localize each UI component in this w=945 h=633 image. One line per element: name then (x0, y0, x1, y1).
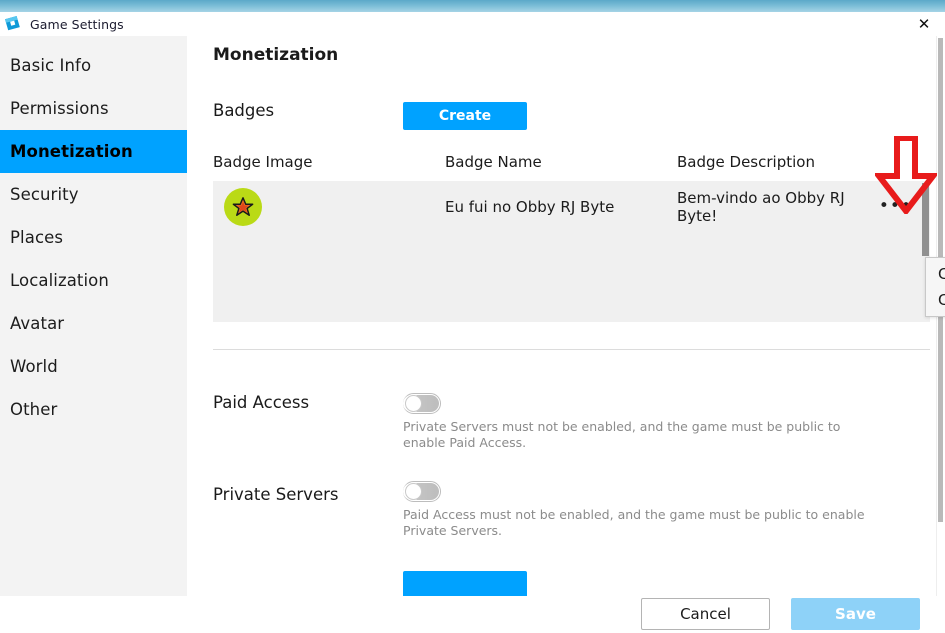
paid-access-toggle[interactable] (403, 393, 441, 414)
toggle-knob (405, 395, 422, 412)
table-row[interactable]: Eu fui no Obby RJ Byte Bem-vindo ao Obby… (213, 181, 930, 232)
badge-row-menu-icon[interactable]: ••• (877, 198, 914, 215)
context-menu-item-label: Copy ID to Clipboard (938, 265, 945, 283)
badges-table-header: Badge Image Badge Name Badge Description (213, 153, 930, 181)
sidebar-item-label: Security (10, 185, 79, 204)
column-header-badge-name: Badge Name (445, 153, 542, 171)
sidebar-item-label: Other (10, 400, 58, 419)
badge-description-text: Bem-vindo ao Obby RJ Byte! (677, 188, 845, 225)
os-chrome-strip (0, 0, 945, 12)
page-title: Monetization (213, 45, 339, 65)
sidebar-item-label: Permissions (10, 99, 109, 118)
partial-blue-button[interactable] (403, 571, 527, 596)
sidebar-item-localization[interactable]: Localization (0, 259, 187, 302)
sidebar-item-places[interactable]: Places (0, 216, 187, 259)
window-title: Game Settings (30, 16, 124, 32)
badges-table: Badge Image Badge Name Badge Description (213, 153, 930, 322)
badge-description-cell: Bem-vindo ao Obby RJ Byte! ••• (677, 189, 930, 225)
cancel-button[interactable]: Cancel (641, 598, 770, 630)
column-header-badge-description: Badge Description (677, 153, 815, 171)
column-header-badge-image: Badge Image (213, 153, 313, 171)
sidebar-item-label: Monetization (10, 142, 133, 161)
sidebar-item-label: Avatar (10, 314, 65, 333)
private-servers-label: Private Servers (213, 485, 339, 504)
star-badge-icon (224, 187, 262, 226)
sidebar-item-world[interactable]: World (0, 345, 187, 388)
sidebar-item-label: Basic Info (10, 56, 92, 75)
sidebar-item-label: Places (10, 228, 64, 247)
sidebar-item-monetization[interactable]: Monetization (0, 130, 187, 173)
settings-content-pane: Monetization Badges Create Badge Image B… (187, 36, 945, 596)
window-titlebar: Game Settings ✕ (0, 12, 945, 36)
sidebar-item-label: World (10, 357, 58, 376)
toggle-knob (405, 483, 422, 500)
dialog-footer: Cancel Save (0, 596, 945, 633)
private-servers-helper-text: Paid Access must not be enabled, and the… (403, 507, 865, 538)
window-body: Basic Info Permissions Monetization Secu… (0, 36, 945, 596)
context-menu-item-label: Configure (938, 291, 945, 309)
badges-table-scrollbar-thumb[interactable] (922, 183, 929, 256)
sidebar-item-security[interactable]: Security (0, 173, 187, 216)
section-divider (213, 349, 930, 350)
paid-access-label: Paid Access (213, 393, 310, 412)
sidebar-item-other[interactable]: Other (0, 388, 187, 431)
context-menu-item-configure[interactable]: Configure (926, 287, 945, 313)
sidebar-item-permissions[interactable]: Permissions (0, 87, 187, 130)
close-icon[interactable]: ✕ (907, 12, 941, 36)
badge-image-cell (213, 187, 445, 226)
create-badge-button[interactable]: Create (403, 102, 527, 130)
roblox-studio-icon (4, 15, 22, 33)
sidebar-item-label: Localization (10, 271, 109, 290)
paid-access-helper-text: Private Servers must not be enabled, and… (403, 419, 841, 450)
badge-context-menu: Copy ID to Clipboard Configure (925, 257, 945, 317)
badges-table-body: Eu fui no Obby RJ Byte Bem-vindo ao Obby… (213, 181, 930, 322)
private-servers-toggle[interactable] (403, 481, 441, 502)
sidebar-item-basic-info[interactable]: Basic Info (0, 44, 187, 87)
badges-label: Badges (213, 101, 275, 120)
context-menu-item-copy-id[interactable]: Copy ID to Clipboard (926, 261, 945, 287)
badge-name-cell: Eu fui no Obby RJ Byte (445, 197, 615, 216)
settings-sidebar: Basic Info Permissions Monetization Secu… (0, 36, 187, 596)
sidebar-item-avatar[interactable]: Avatar (0, 302, 187, 345)
save-button[interactable]: Save (791, 598, 920, 630)
